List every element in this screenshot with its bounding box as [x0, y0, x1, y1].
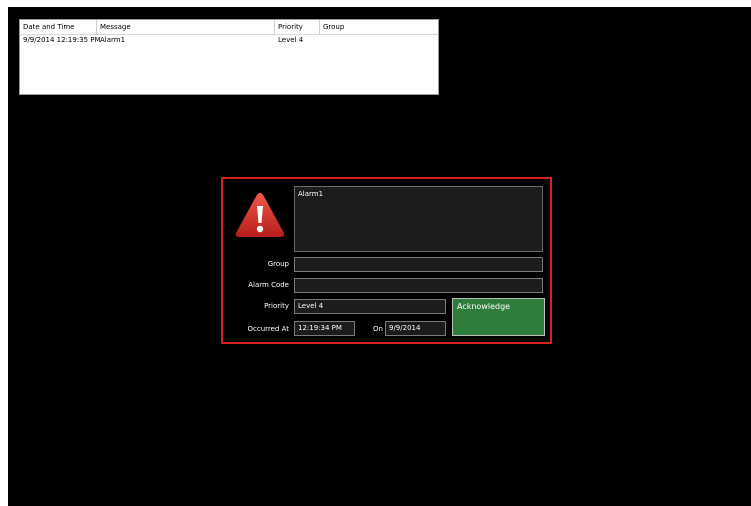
on-date-field: 9/9/2014 [385, 321, 446, 336]
cell-priority: Level 4 [278, 36, 304, 44]
cell-group [320, 35, 438, 45]
group-label: Group [267, 260, 289, 268]
acknowledge-button[interactable]: Acknowledge [452, 298, 545, 336]
cell-date-time: 9/9/2014 12:19:35 PM [23, 36, 101, 44]
column-header-priority[interactable]: Priority [275, 20, 320, 34]
priority-label: Priority [264, 302, 289, 310]
column-header-message[interactable]: Message [97, 20, 275, 34]
occurred-at-label: Occurred At [247, 325, 289, 333]
occurred-at-field: 12:19:34 PM [294, 321, 355, 336]
cell-message: Alarm1 [100, 36, 126, 44]
alarm-list-table: Date and Time Message Priority Group 9/9… [19, 19, 439, 95]
alarm-message-box: Alarm1 [294, 186, 543, 252]
alarm-detail-panel: Alarm1 Group Alarm Code Priority Level 4… [221, 177, 552, 344]
group-field [294, 257, 543, 272]
alarm-code-label: Alarm Code [248, 281, 289, 289]
alarm-list-header: Date and Time Message Priority Group [20, 20, 438, 35]
table-row[interactable]: 9/9/2014 12:19:35 PM Alarm1 Level 4 [20, 35, 438, 45]
column-header-group[interactable]: Group [320, 20, 438, 34]
on-label: On [373, 325, 383, 333]
warning-icon [235, 193, 285, 237]
alarm-code-field [294, 278, 543, 293]
column-header-date-time[interactable]: Date and Time [20, 20, 97, 34]
priority-field: Level 4 [294, 299, 446, 314]
